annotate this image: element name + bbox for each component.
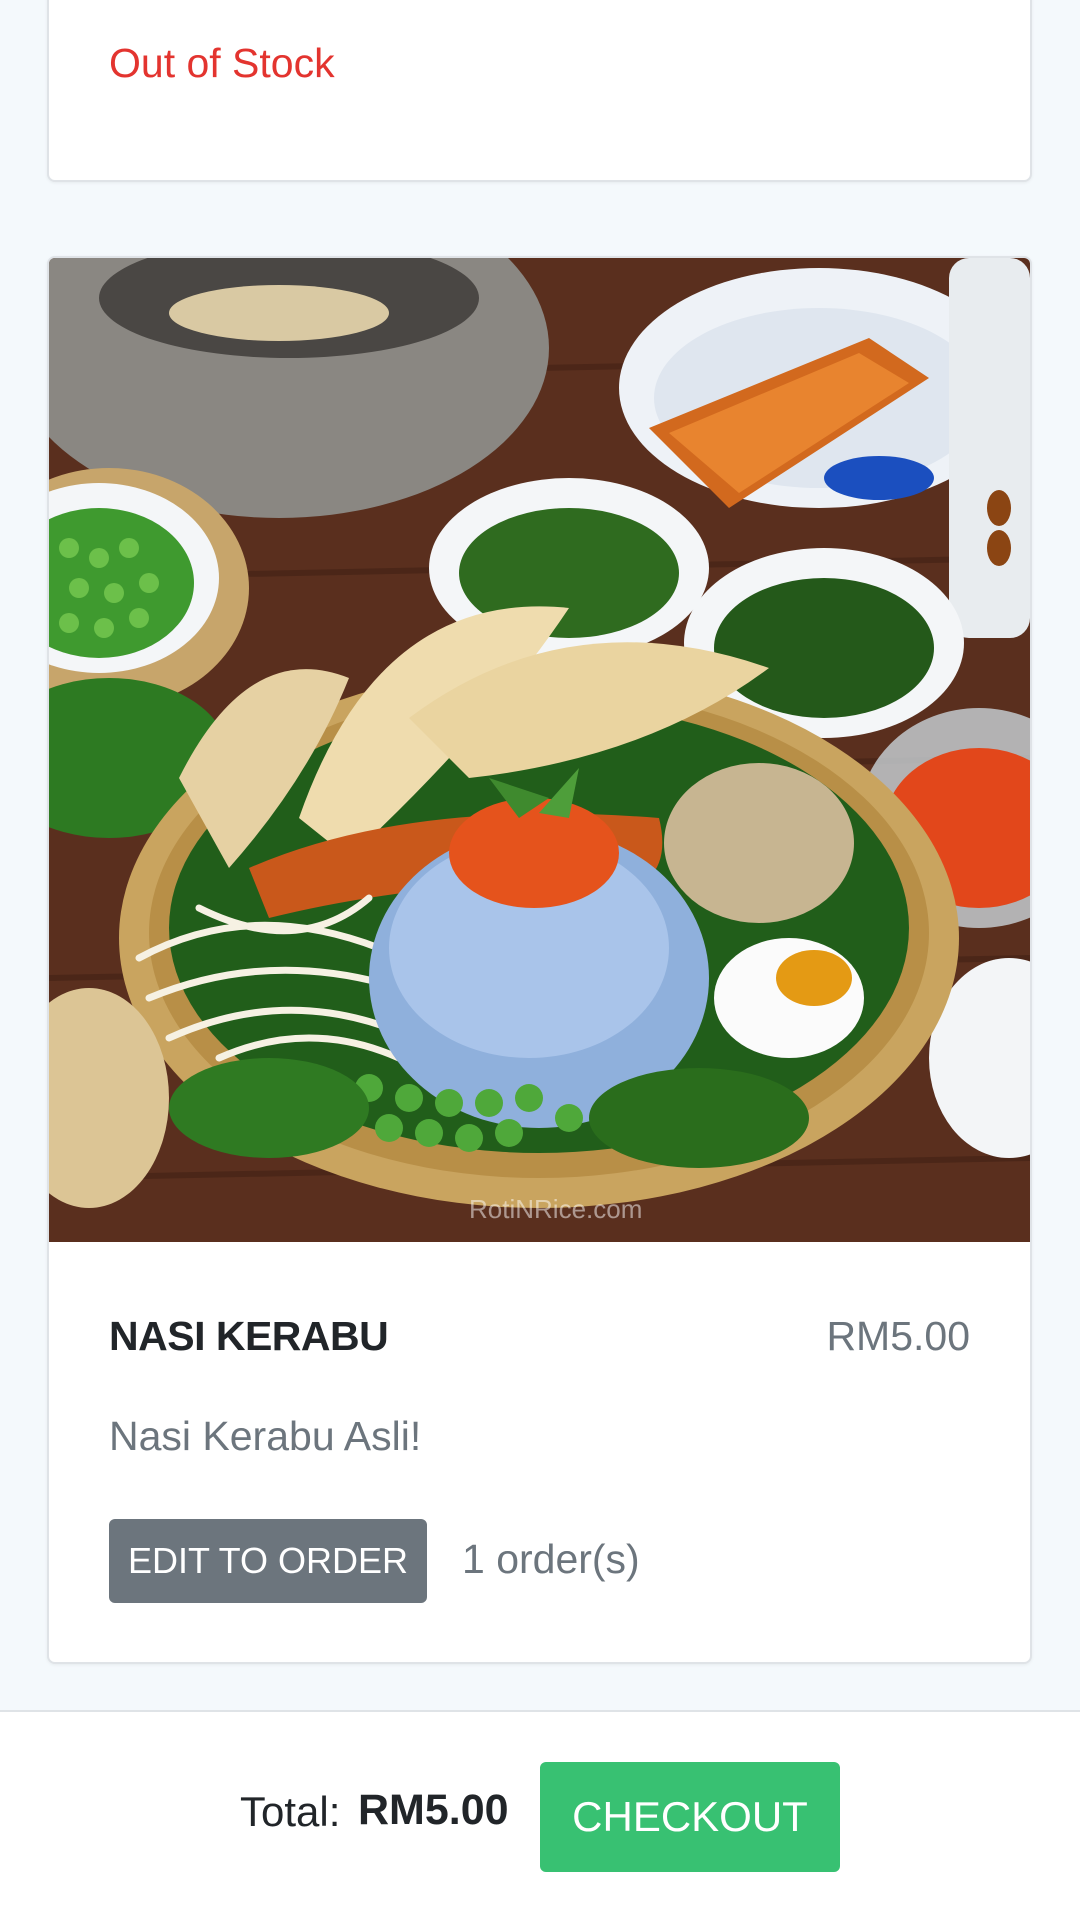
previous-item-card: Out of Stock bbox=[47, 0, 1032, 182]
edit-to-order-button[interactable]: EDIT TO ORDER bbox=[109, 1519, 427, 1603]
order-count: 1 order(s) bbox=[462, 1536, 640, 1582]
item-price: RM5.00 bbox=[826, 1313, 970, 1359]
item-title: NASI KERABU bbox=[109, 1313, 389, 1359]
total-label: Total: bbox=[240, 1788, 341, 1835]
out-of-stock-label: Out of Stock bbox=[109, 40, 335, 86]
food-image: RotiNRice.com bbox=[49, 258, 1030, 1242]
menu-item-card: RotiNRice.com NASI KERABU RM5.00 Nasi Ke… bbox=[47, 256, 1032, 1664]
checkout-button[interactable]: CHECKOUT bbox=[540, 1762, 840, 1872]
image-watermark: RotiNRice.com bbox=[469, 1194, 642, 1224]
item-description: Nasi Kerabu Asli! bbox=[109, 1413, 422, 1459]
checkout-bar: Total: RM5.00 CHECKOUT bbox=[0, 1710, 1080, 1920]
total-amount: RM5.00 bbox=[358, 1786, 509, 1834]
